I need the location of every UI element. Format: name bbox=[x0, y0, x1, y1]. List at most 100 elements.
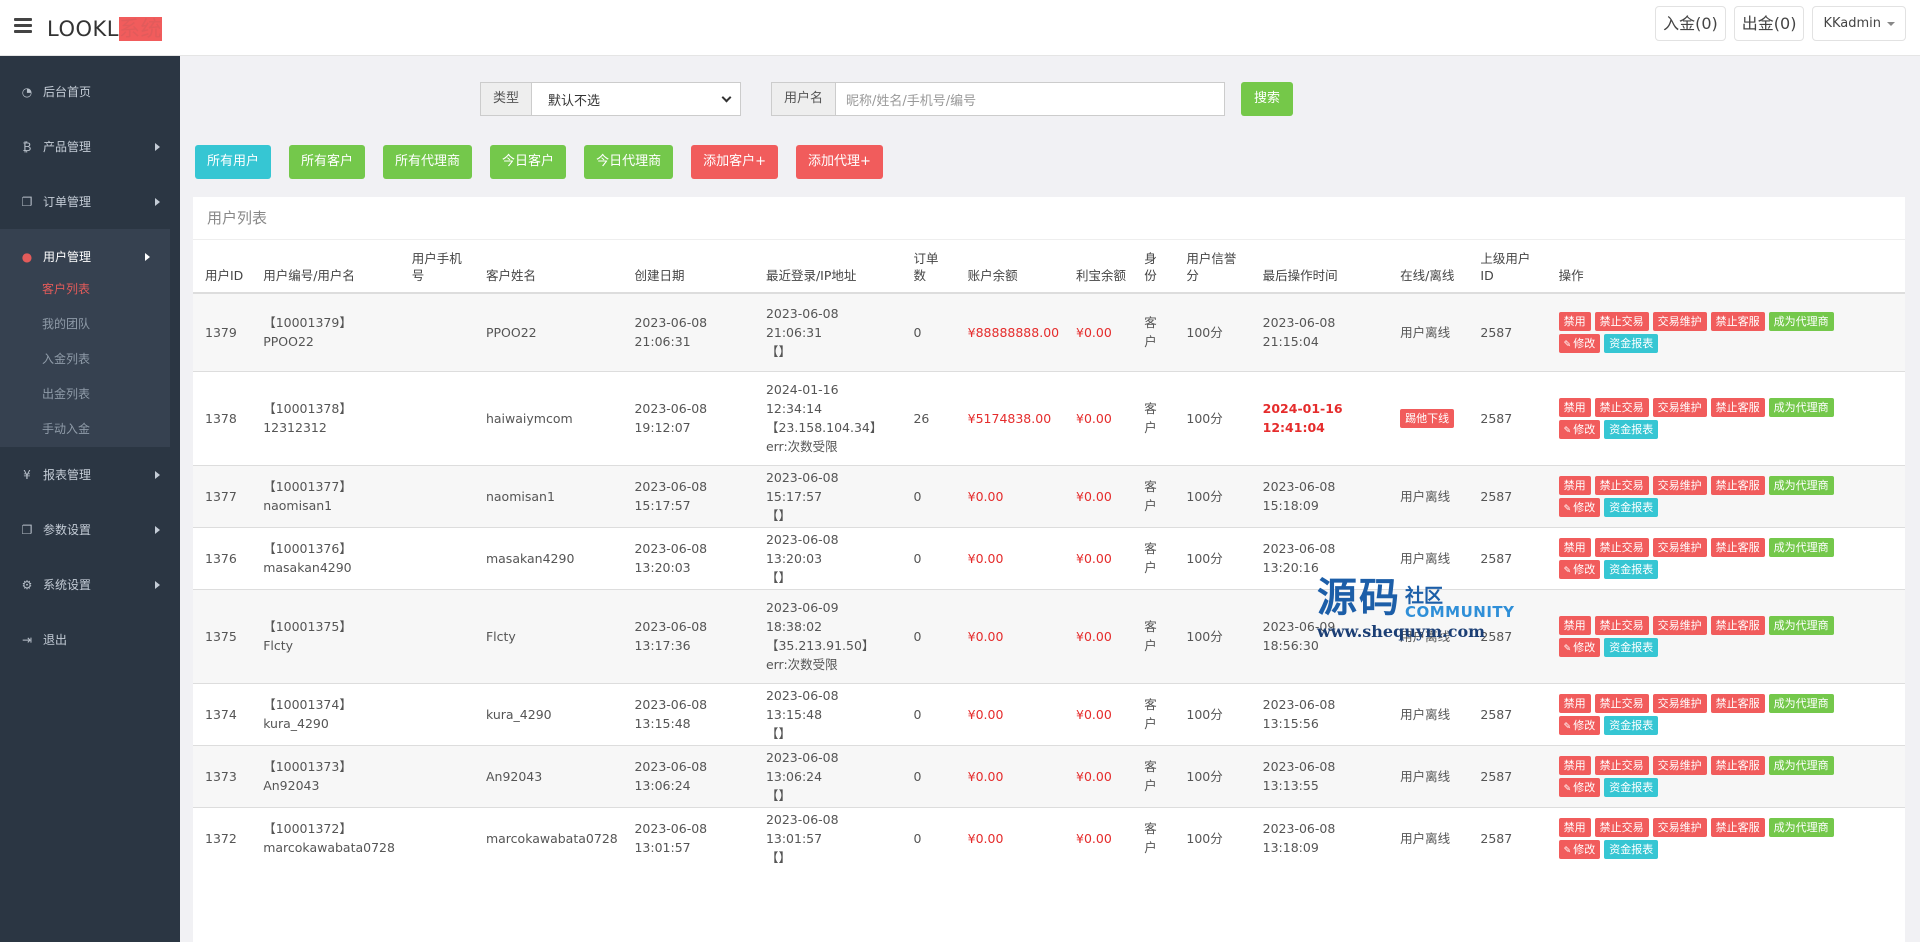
edit-button[interactable]: ✎ 修改 bbox=[1558, 637, 1601, 657]
ban-service-button[interactable]: 禁止客服 bbox=[1710, 817, 1765, 837]
trade-maintenance-button[interactable]: 交易维护 bbox=[1652, 693, 1707, 713]
make-agent-button[interactable]: 成为代理商 bbox=[1768, 615, 1834, 635]
ban-service-button[interactable]: 禁止客服 bbox=[1710, 475, 1765, 495]
col-header[interactable]: 利宝余额 bbox=[1064, 240, 1133, 294]
add-agent-button[interactable]: 添加代理+ bbox=[795, 145, 883, 179]
ban-service-button[interactable]: 禁止客服 bbox=[1710, 755, 1765, 775]
today-customers-button[interactable]: 今日客户 bbox=[490, 145, 567, 179]
sidebar-sub-withdraw-list[interactable]: 出金列表 bbox=[0, 377, 170, 412]
type-select[interactable]: 默认不选 bbox=[531, 82, 742, 116]
deposit-button[interactable]: 入金(0) bbox=[1655, 6, 1726, 41]
col-header[interactable]: 在线/离线 bbox=[1388, 240, 1469, 294]
kick-offline-button[interactable]: 踢他下线 bbox=[1400, 409, 1455, 428]
make-agent-button[interactable]: 成为代理商 bbox=[1768, 311, 1834, 331]
ban-button[interactable]: 禁用 bbox=[1558, 755, 1591, 775]
sidebar-item-params[interactable]: ❐ 参数设置 bbox=[0, 502, 180, 557]
fund-report-button[interactable]: 资金报表 bbox=[1604, 637, 1659, 657]
edit-button[interactable]: ✎ 修改 bbox=[1558, 839, 1601, 859]
trade-maintenance-button[interactable]: 交易维护 bbox=[1652, 755, 1707, 775]
sidebar-item-users[interactable]: ● 用户管理 bbox=[0, 229, 170, 284]
edit-button[interactable]: ✎ 修改 bbox=[1558, 333, 1601, 353]
all-users-button[interactable]: 所有用户 bbox=[195, 145, 272, 179]
col-header[interactable]: 客户姓名 bbox=[473, 240, 623, 294]
col-header[interactable]: 最后操作时间 bbox=[1250, 240, 1389, 294]
trade-maintenance-button[interactable]: 交易维护 bbox=[1652, 537, 1707, 557]
search-input[interactable]: 昵称/姓名/手机号/编号 bbox=[835, 82, 1226, 116]
ban-button[interactable]: 禁用 bbox=[1558, 311, 1591, 331]
ban-service-button[interactable]: 禁止客服 bbox=[1710, 311, 1765, 331]
sidebar-sub-manual-deposit[interactable]: 手动入金 bbox=[0, 412, 170, 447]
fund-report-button[interactable]: 资金报表 bbox=[1604, 419, 1659, 439]
ban-button[interactable]: 禁用 bbox=[1558, 817, 1591, 837]
make-agent-button[interactable]: 成为代理商 bbox=[1768, 755, 1834, 775]
trade-maintenance-button[interactable]: 交易维护 bbox=[1652, 817, 1707, 837]
fund-report-button[interactable]: 资金报表 bbox=[1604, 559, 1659, 579]
fund-report-button[interactable]: 资金报表 bbox=[1604, 777, 1659, 797]
trade-maintenance-button[interactable]: 交易维护 bbox=[1652, 615, 1707, 635]
sidebar-item-products[interactable]: ₿ 产品管理 bbox=[0, 119, 180, 174]
all-customers-button[interactable]: 所有客户 bbox=[289, 145, 366, 179]
ban-service-button[interactable]: 禁止客服 bbox=[1710, 537, 1765, 557]
trade-maintenance-button[interactable]: 交易维护 bbox=[1652, 311, 1707, 331]
col-header[interactable]: 身份 bbox=[1132, 240, 1175, 294]
ban-trade-button[interactable]: 禁止交易 bbox=[1594, 755, 1649, 775]
ban-service-button[interactable]: 禁止客服 bbox=[1710, 397, 1765, 417]
col-header[interactable]: 用户ID bbox=[193, 240, 252, 294]
fund-report-button[interactable]: 资金报表 bbox=[1604, 715, 1659, 735]
sidebar-item-orders[interactable]: ❐ 订单管理 bbox=[0, 174, 180, 229]
ban-button[interactable]: 禁用 bbox=[1558, 475, 1591, 495]
make-agent-button[interactable]: 成为代理商 bbox=[1768, 693, 1834, 713]
ban-service-button[interactable]: 禁止客服 bbox=[1710, 693, 1765, 713]
col-header[interactable]: 上级用户ID bbox=[1468, 240, 1547, 294]
ban-trade-button[interactable]: 禁止交易 bbox=[1594, 397, 1649, 417]
edit-button[interactable]: ✎ 修改 bbox=[1558, 559, 1601, 579]
ban-button[interactable]: 禁用 bbox=[1558, 397, 1591, 417]
col-header[interactable]: 操作 bbox=[1546, 240, 1905, 294]
ban-button[interactable]: 禁用 bbox=[1558, 693, 1591, 713]
fund-report-button[interactable]: 资金报表 bbox=[1604, 333, 1659, 353]
fund-report-button[interactable]: 资金报表 bbox=[1604, 839, 1659, 859]
make-agent-button[interactable]: 成为代理商 bbox=[1768, 475, 1834, 495]
today-agents-button[interactable]: 今日代理商 bbox=[584, 145, 674, 179]
ban-trade-button[interactable]: 禁止交易 bbox=[1594, 537, 1649, 557]
sidebar-item-dashboard[interactable]: ◔ 后台首页 bbox=[0, 64, 180, 119]
ban-trade-button[interactable]: 禁止交易 bbox=[1594, 475, 1649, 495]
col-header[interactable]: 用户信誉分 bbox=[1174, 240, 1251, 294]
ban-service-button[interactable]: 禁止客服 bbox=[1710, 615, 1765, 635]
ban-button[interactable]: 禁用 bbox=[1558, 537, 1591, 557]
col-header[interactable]: 账户余额 bbox=[955, 240, 1065, 294]
ban-trade-button[interactable]: 禁止交易 bbox=[1594, 693, 1649, 713]
make-agent-button[interactable]: 成为代理商 bbox=[1768, 537, 1834, 557]
trade-maintenance-button[interactable]: 交易维护 bbox=[1652, 475, 1707, 495]
col-header[interactable]: 用户编号/用户名 bbox=[251, 240, 400, 294]
add-customer-button[interactable]: 添加客户+ bbox=[691, 145, 778, 179]
admin-menu-button[interactable]: KKadmin bbox=[1812, 6, 1906, 41]
edit-button[interactable]: ✎ 修改 bbox=[1558, 419, 1601, 439]
sidebar-item-reports[interactable]: ¥ 报表管理 bbox=[0, 447, 180, 502]
fund-report-button[interactable]: 资金报表 bbox=[1604, 497, 1659, 517]
col-header[interactable]: 订单数 bbox=[901, 240, 956, 294]
ban-button[interactable]: 禁用 bbox=[1558, 615, 1591, 635]
col-header[interactable]: 最近登录/IP地址 bbox=[753, 240, 902, 294]
all-agents-button[interactable]: 所有代理商 bbox=[383, 145, 473, 179]
withdraw-button[interactable]: 出金(0) bbox=[1733, 6, 1805, 41]
col-header[interactable]: 创建日期 bbox=[622, 240, 754, 294]
trade-maintenance-button[interactable]: 交易维护 bbox=[1652, 397, 1707, 417]
edit-button[interactable]: ✎ 修改 bbox=[1558, 497, 1601, 517]
make-agent-button[interactable]: 成为代理商 bbox=[1768, 397, 1834, 417]
ban-trade-button[interactable]: 禁止交易 bbox=[1594, 817, 1649, 837]
search-button[interactable]: 搜索 bbox=[1241, 82, 1294, 116]
edit-button[interactable]: ✎ 修改 bbox=[1558, 777, 1601, 797]
app-logo[interactable]: LOOKL系统 bbox=[47, 13, 162, 43]
ban-trade-button[interactable]: 禁止交易 bbox=[1594, 311, 1649, 331]
sidebar-item-logout[interactable]: ⇥ 退出 bbox=[0, 612, 180, 667]
edit-button[interactable]: ✎ 修改 bbox=[1558, 715, 1601, 735]
ban-trade-button[interactable]: 禁止交易 bbox=[1594, 615, 1649, 635]
sidebar-sub-deposit-list[interactable]: 入金列表 bbox=[0, 342, 170, 377]
col-header[interactable]: 用户手机号 bbox=[399, 240, 474, 294]
sidebar-sub-my-team[interactable]: 我的团队 bbox=[0, 307, 170, 342]
cell-status[interactable]: 踢他下线 bbox=[1388, 370, 1469, 465]
sidebar-item-system[interactable]: ⚙ 系统设置 bbox=[0, 557, 180, 612]
menu-toggle-icon[interactable] bbox=[14, 18, 32, 33]
make-agent-button[interactable]: 成为代理商 bbox=[1768, 817, 1834, 837]
